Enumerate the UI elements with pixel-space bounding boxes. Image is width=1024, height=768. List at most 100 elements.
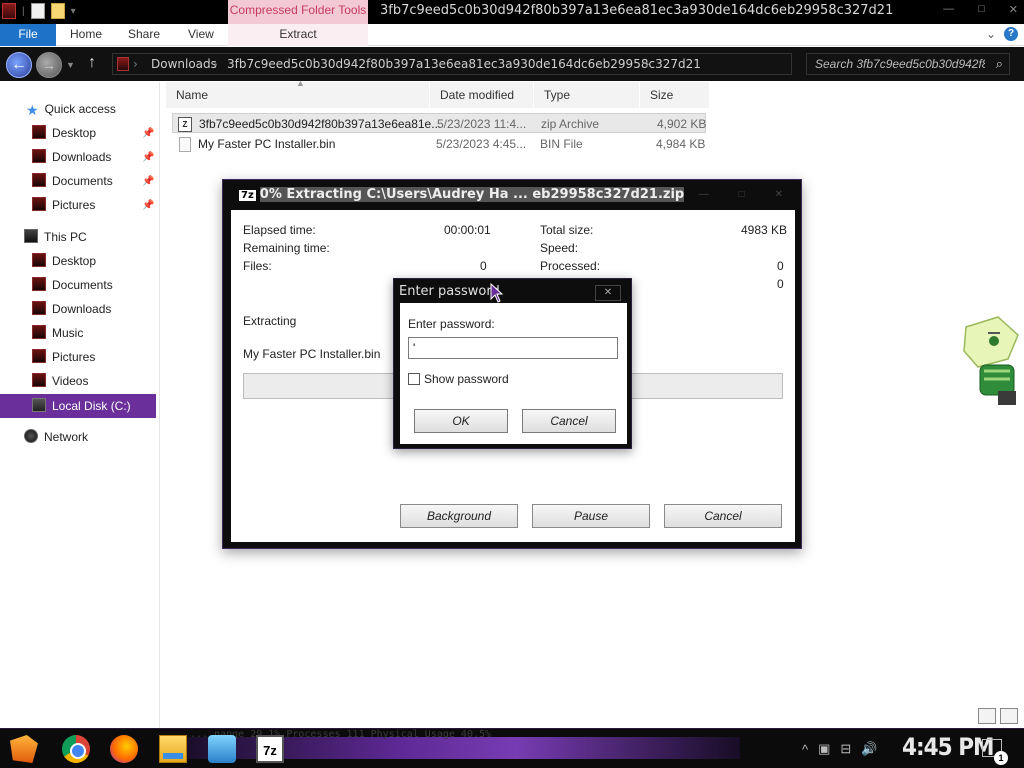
ribbon: File Home Share View Extract ⌄ ? <box>0 24 1024 46</box>
processed-value: 0 <box>777 259 784 273</box>
column-header-type[interactable]: Type <box>534 82 640 108</box>
chevron-down-icon[interactable]: ⌄ <box>986 27 996 41</box>
security-icon[interactable]: ▣ <box>818 741 830 757</box>
network-tray-icon[interactable]: ⊟ <box>840 741 851 757</box>
sidebar-item-downloads[interactable]: Downloads <box>32 146 111 168</box>
sidebar-item-pc-music[interactable]: Music <box>32 322 83 344</box>
help-icon[interactable]: ? <box>1004 27 1018 41</box>
maximize-icon[interactable]: □ <box>739 189 745 200</box>
navigation-pane: ★ Quick access Desktop 📌 Downloads 📌 Docu… <box>0 82 160 728</box>
address-field[interactable]: › Downloads › 3fb7c9eed5c0b30d942f80b397… <box>112 53 792 75</box>
cancel-button[interactable]: Cancel <box>522 409 616 433</box>
window-controls: — □ ✕ <box>943 3 1018 16</box>
compressed-folder-tools-label: Compressed Folder Tools <box>228 0 368 24</box>
sidebar-item-this-pc[interactable]: This PC <box>24 226 87 248</box>
maximize-icon[interactable]: □ <box>978 3 985 16</box>
app-icon[interactable] <box>2 3 16 19</box>
table-row[interactable]: My Faster PC Installer.bin 5/23/2023 4:4… <box>172 134 706 154</box>
details-view-icon[interactable] <box>978 708 996 724</box>
sidebar-item-pc-videos[interactable]: Videos <box>32 370 88 392</box>
pin-icon[interactable]: 📌 <box>142 128 154 139</box>
breadcrumb-archive-folder[interactable]: 3fb7c9eed5c0b30d942f80b397a13e6ea81ec3a9… <box>227 57 701 71</box>
show-password-checkbox[interactable] <box>408 373 420 385</box>
sidebar-item-desktop[interactable]: Desktop <box>32 122 96 144</box>
pin-icon[interactable]: 📌 <box>142 176 154 187</box>
close-icon[interactable]: ✕ <box>595 285 621 301</box>
processed-label: Processed: <box>540 259 601 273</box>
sidebar-item-pictures[interactable]: Pictures <box>32 194 95 216</box>
sidebar-item-pc-desktop[interactable]: Desktop <box>32 250 96 272</box>
table-row[interactable]: Z 3fb7c9eed5c0b30d942f80b397a13e6ea81e..… <box>172 113 706 133</box>
forward-button[interactable]: → <box>36 52 62 78</box>
breadcrumb-separator: › <box>213 57 218 71</box>
volume-icon[interactable]: 🔊 <box>861 741 877 757</box>
breadcrumb-chevron-icon[interactable]: › <box>645 57 650 71</box>
tab-home[interactable]: Home <box>70 24 102 46</box>
pin-icon[interactable]: 📌 <box>142 152 154 163</box>
sidebar-item-label: Desktop <box>52 126 97 140</box>
close-icon[interactable]: ✕ <box>775 189 783 200</box>
drive-icon <box>32 398 46 412</box>
tab-file[interactable]: File <box>0 24 56 46</box>
sidebar-item-pc-pictures[interactable]: Pictures <box>32 346 95 368</box>
properties-icon[interactable] <box>30 3 45 19</box>
sidebar-item-pc-documents[interactable]: Documents <box>32 274 113 296</box>
column-header-size[interactable]: Size <box>640 82 710 108</box>
back-button[interactable]: ← <box>6 52 32 78</box>
separator: | <box>22 5 25 17</box>
7zip-taskbar-icon[interactable]: 7z <box>256 735 284 763</box>
cancel-button[interactable]: Cancel <box>664 504 782 528</box>
large-icons-view-icon[interactable] <box>1000 708 1018 724</box>
sidebar-item-label: Desktop <box>52 254 97 268</box>
customize-toolbar-icon[interactable]: ▾ <box>71 6 76 17</box>
clock[interactable]: 4:45 PM <box>902 733 995 761</box>
close-icon[interactable]: ✕ <box>1009 3 1018 16</box>
file-date: 5/23/2023 11:4... <box>437 117 527 131</box>
firefox-icon[interactable] <box>110 735 138 763</box>
sidebar-item-label: This PC <box>44 230 87 244</box>
files-label: Files: <box>243 259 272 273</box>
system-tray: ^ ▣ ⊟ 🔊 <box>802 741 878 757</box>
search-input[interactable]: Search 3fb7c9eed5c0b30d942f8... ⌕ <box>806 53 1010 75</box>
minimize-icon[interactable]: — <box>943 3 954 16</box>
sidebar-item-label: Network <box>44 430 89 444</box>
start-button[interactable] <box>10 735 38 763</box>
breadcrumb-downloads[interactable]: Downloads <box>151 57 217 71</box>
tab-share[interactable]: Share <box>128 24 160 46</box>
tab-extract[interactable]: Extract <box>228 24 368 46</box>
sidebar-item-documents[interactable]: Documents <box>32 170 113 192</box>
minimize-icon[interactable]: — <box>699 189 709 200</box>
pictures-folder-icon <box>32 349 46 363</box>
chrome-icon[interactable] <box>62 735 90 763</box>
password-dialog: Enter password ✕ Enter password: ' Show … <box>393 278 632 449</box>
ok-button[interactable]: OK <box>414 409 508 433</box>
elapsed-value: 00:00:01 <box>444 223 491 237</box>
background-button[interactable]: Background <box>400 504 518 528</box>
password-input[interactable]: ' <box>408 337 618 359</box>
photos-icon[interactable] <box>208 735 236 763</box>
pause-button[interactable]: Pause <box>532 504 650 528</box>
chevron-up-icon[interactable]: ^ <box>802 742 808 757</box>
videos-folder-icon <box>32 373 46 387</box>
sidebar-item-network[interactable]: Network <box>24 426 88 448</box>
sidebar-item-label: Downloads <box>52 302 112 316</box>
show-password-label[interactable]: Show password <box>424 372 509 386</box>
up-button[interactable]: ↑ <box>88 54 96 72</box>
file-explorer-icon[interactable] <box>159 735 187 763</box>
sidebar-item-pc-downloads[interactable]: Downloads <box>32 298 111 320</box>
tab-view[interactable]: View <box>188 24 214 46</box>
sidebar-item-local-disk[interactable]: Local Disk (C:) <box>0 394 156 418</box>
notification-badge: 1 <box>994 751 1008 765</box>
documents-folder-icon <box>32 277 46 291</box>
sidebar-item-quick-access[interactable]: ★ Quick access <box>26 98 116 120</box>
new-folder-icon[interactable] <box>50 3 65 19</box>
file-size: 4,902 KB <box>657 117 707 131</box>
column-header-date[interactable]: Date modified <box>430 82 534 108</box>
remaining-label: Remaining time: <box>243 241 330 255</box>
password-label: Enter password: <box>408 317 495 331</box>
7zip-icon: 7z <box>239 190 256 201</box>
pin-icon[interactable]: 📌 <box>142 200 154 211</box>
bin-file-icon <box>179 137 191 152</box>
recent-locations-icon[interactable]: ▼ <box>66 60 75 70</box>
zip-file-icon: Z <box>178 117 192 132</box>
